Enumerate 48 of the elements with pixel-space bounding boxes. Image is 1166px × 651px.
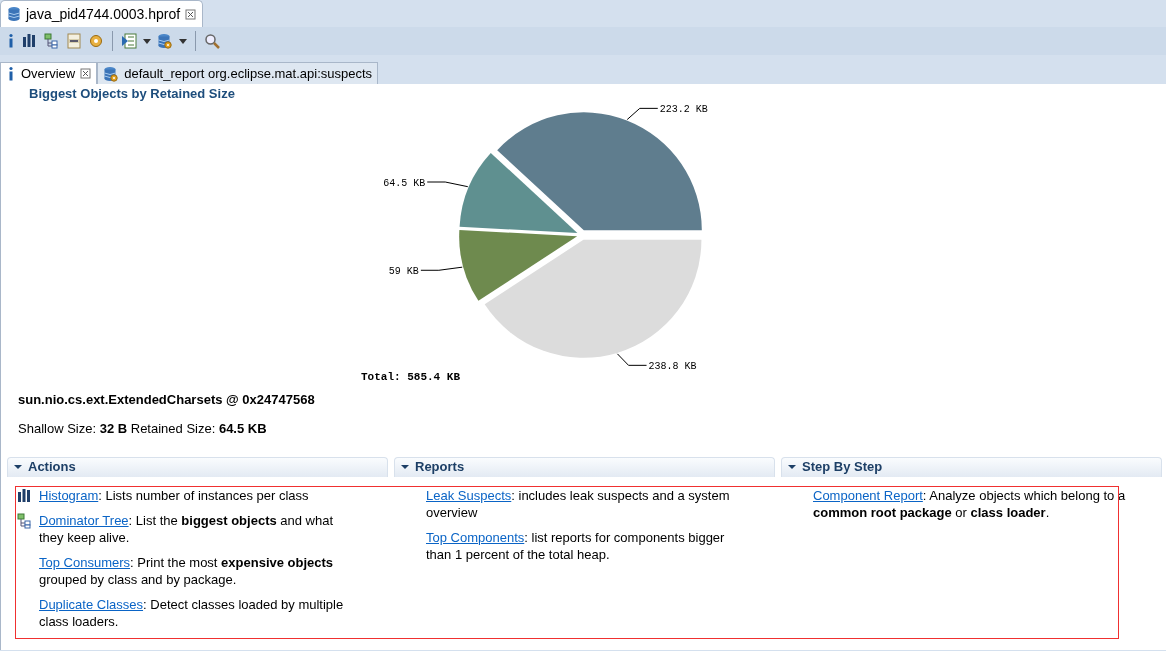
slice-label: 59 KB [388, 265, 419, 277]
link[interactable]: Dominator Tree [39, 512, 129, 528]
caret-icon[interactable] [143, 38, 151, 44]
section-header[interactable]: Actions [7, 456, 388, 477]
search-icon[interactable] [204, 33, 220, 49]
section-heading: Biggest Objects by Retained Size [28, 86, 235, 101]
leader-line [420, 266, 463, 271]
bar-chart-icon[interactable] [22, 33, 38, 49]
slice-label: 64.5 KB [383, 177, 426, 188]
info-icon [6, 65, 16, 82]
section-title: Actions [28, 458, 76, 477]
action-description: Top Components: list reports for components bigger than 1 percent of the total heap. [426, 528, 726, 563]
section-header[interactable]: Step By Step [781, 456, 1162, 477]
action-description: Dominator Tree: List the biggest objects and what they keep alive. [39, 511, 352, 546]
section-header[interactable]: Reports [394, 456, 775, 477]
action-description: Duplicate Classes: Detect classes loaded by multiple class loaders. [39, 595, 345, 630]
tree-icon [17, 512, 31, 529]
leader-line [426, 181, 469, 187]
action-description: Top Consumers: Print the most expensive objects grouped by class and by package. [39, 553, 335, 588]
action-description: Component Report: Analyze objects which belong to a common root package or class loader. [813, 486, 1126, 521]
slice-label: 223.2 KB [659, 103, 708, 115]
database-gear-icon[interactable] [157, 33, 173, 49]
section-title: Reports [415, 458, 465, 477]
leader-line [616, 352, 648, 366]
collapse-icon [401, 463, 409, 471]
editor-tab[interactable]: java_pid4744.0003.hprof [0, 0, 204, 27]
database-icon [7, 6, 21, 22]
leader-line [626, 107, 659, 120]
run-list-icon[interactable] [121, 33, 137, 49]
action-description: Histogram: Lists number of instances per class [39, 486, 352, 504]
bar-chart-icon [17, 487, 31, 502]
collapse-icon [14, 463, 22, 471]
action-description: Leak Suspects: includes leak suspects and a system overview [426, 486, 731, 521]
total-label: Total: 585.4 KB [361, 370, 461, 382]
view-tab[interactable]: default_report org.eclipse.mat.api:suspects [97, 62, 379, 84]
close-icon[interactable] [185, 8, 197, 20]
link[interactable]: Component Report [813, 487, 923, 503]
slice-label: 238.8 KB [648, 360, 697, 372]
object-sizes: Shallow Size: 32 B Retained Size: 64.5 KB [17, 420, 268, 438]
info-icon[interactable] [6, 33, 16, 49]
collapse-icon [788, 463, 796, 471]
tree-icon[interactable] [44, 33, 60, 49]
object-name: sun.nio.cs.ext.ExtendedCharsets @ 0x24747568 [17, 390, 316, 409]
close-icon[interactable] [80, 68, 92, 79]
section-title: Step By Step [802, 458, 883, 477]
database-gear-icon [103, 65, 120, 82]
view-tab[interactable]: Overview [0, 62, 98, 84]
caret-icon[interactable] [179, 38, 187, 44]
